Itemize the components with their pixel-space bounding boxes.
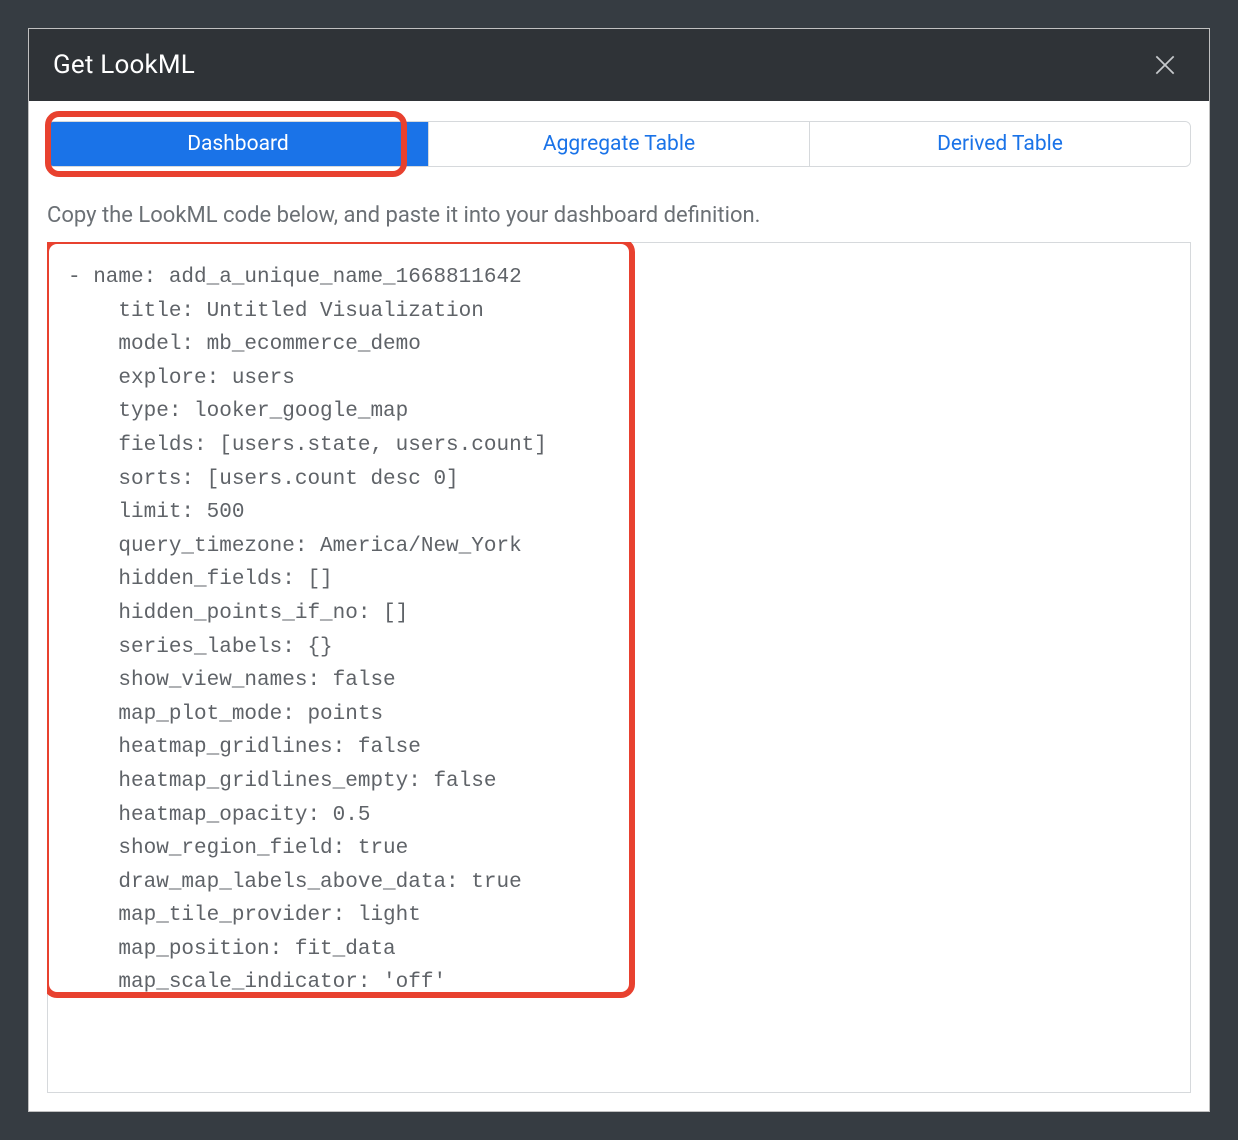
instruction-text: Copy the LookML code below, and paste it… bbox=[47, 203, 1191, 228]
tab-aggregate-table[interactable]: Aggregate Table bbox=[429, 122, 810, 166]
modal-body: Dashboard Aggregate Table Derived Table … bbox=[29, 101, 1209, 1111]
code-container bbox=[47, 242, 1191, 1093]
lookml-code-textarea[interactable] bbox=[47, 242, 1191, 1093]
tab-label: Derived Table bbox=[937, 132, 1063, 156]
modal-header: Get LookML bbox=[29, 29, 1209, 101]
close-button[interactable] bbox=[1149, 49, 1181, 81]
tab-label: Aggregate Table bbox=[543, 132, 695, 156]
tab-label: Dashboard bbox=[187, 132, 289, 156]
tabbar: Dashboard Aggregate Table Derived Table bbox=[47, 121, 1191, 167]
tab-derived-table[interactable]: Derived Table bbox=[810, 122, 1190, 166]
modal-title: Get LookML bbox=[53, 50, 195, 80]
get-lookml-modal: Get LookML Dashboard Aggregate Table Der… bbox=[28, 28, 1210, 1112]
close-icon bbox=[1152, 52, 1178, 78]
tab-dashboard[interactable]: Dashboard bbox=[48, 122, 429, 166]
tabbar-container: Dashboard Aggregate Table Derived Table bbox=[47, 121, 1191, 167]
